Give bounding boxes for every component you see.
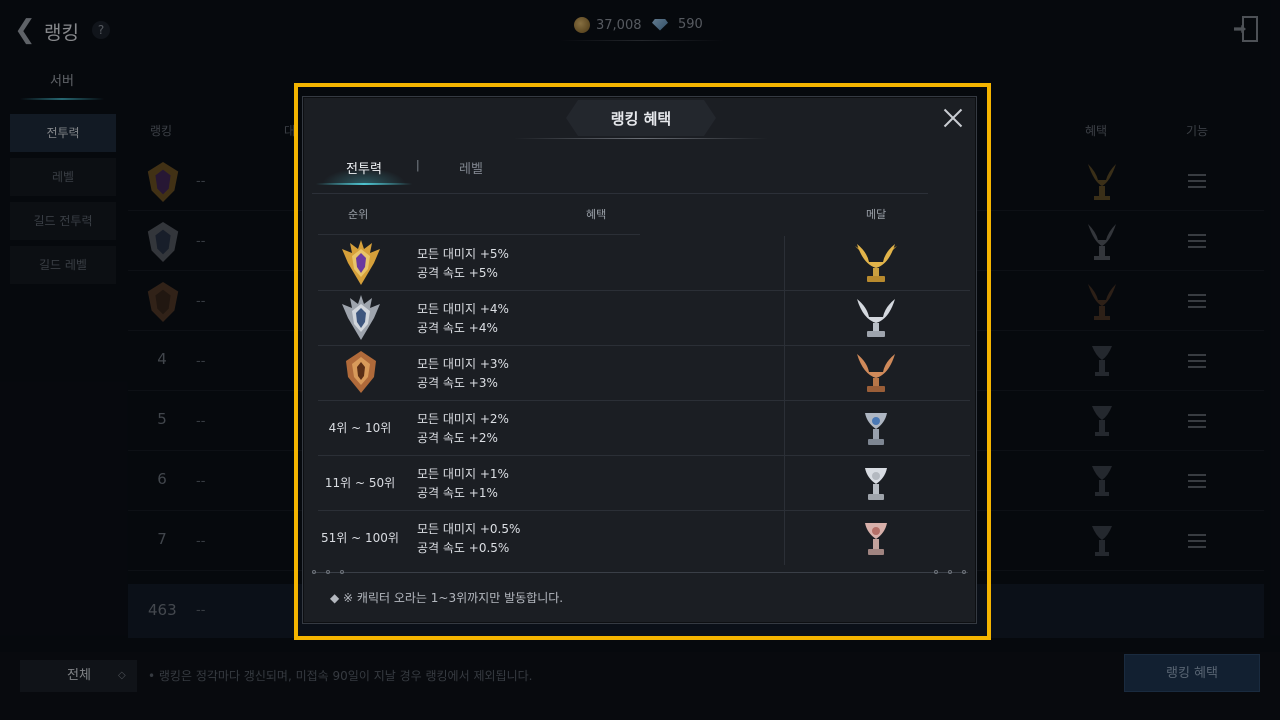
column-header-medal: 메달 [866,208,887,221]
popup-title: 랭킹 혜택 [610,110,672,128]
benefit-attack-speed: 공격 속도 +4% [417,321,498,335]
benefit-damage: 모든 대미지 +0.5% [417,522,521,536]
bronze-rank-emblem-icon [346,351,376,393]
benefit-damage: 모든 대미지 +1% [417,467,509,481]
rank-range: 11위 ~ 50위 [324,476,396,490]
benefit-row: 모든 대미지 +3% 공격 속도 +3% [318,346,970,401]
rose-trophy-icon [865,523,887,555]
footer-divider [312,570,968,574]
aura-notice: ◆ ※ 캐릭터 오라는 1~3위까지만 발동합니다. [330,591,564,605]
benefit-damage: 모든 대미지 +4% [417,302,509,316]
header-divider [318,234,640,235]
benefit-attack-speed: 공격 속도 +5% [417,266,498,280]
gold-trophy-icon [855,244,897,282]
bronze-trophy-icon [857,354,895,392]
white-trophy-icon [865,468,887,500]
benefit-damage: 모든 대미지 +3% [417,357,509,371]
benefit-row: 모든 대미지 +5% 공격 속도 +5% [318,236,970,291]
gold-rank-emblem-icon [342,240,380,285]
title-ornament-line [514,138,768,139]
benefit-row: 11위 ~ 50위 모든 대미지 +1% 공격 속도 +1% [318,456,970,511]
benefit-row: 4위 ~ 10위 모든 대미지 +2% 공격 속도 +2% [318,401,970,456]
column-header-rank: 순위 [348,208,369,221]
close-icon[interactable] [942,107,964,129]
benefit-damage: 모든 대미지 +2% [417,412,509,426]
benefit-damage: 모든 대미지 +5% [417,247,509,261]
column-header-benefit: 혜택 [586,208,607,221]
rank-range: 4위 ~ 10위 [328,421,392,435]
popup-tab-level[interactable]: 레벨 [446,158,496,177]
benefit-attack-speed: 공격 속도 +2% [417,431,498,445]
benefit-row: 51위 ~ 100위 모든 대미지 +0.5% 공격 속도 +0.5% [318,511,970,565]
blue-trophy-icon [865,413,887,445]
silver-trophy-icon [857,299,895,337]
benefit-row: 모든 대미지 +4% 공격 속도 +4% [318,291,970,346]
benefit-attack-speed: 공격 속도 +3% [417,376,498,390]
active-tab-underline [316,183,412,185]
rank-range: 51위 ~ 100위 [321,531,399,545]
tab-divider [312,193,928,194]
tab-separator-icon: ǀ [416,158,420,172]
benefit-attack-speed: 공격 속도 +0.5% [417,541,510,555]
silver-rank-emblem-icon [342,295,380,340]
benefit-attack-speed: 공격 속도 +1% [417,486,498,500]
popup-tab-combat-power[interactable]: 전투력 [320,158,408,177]
